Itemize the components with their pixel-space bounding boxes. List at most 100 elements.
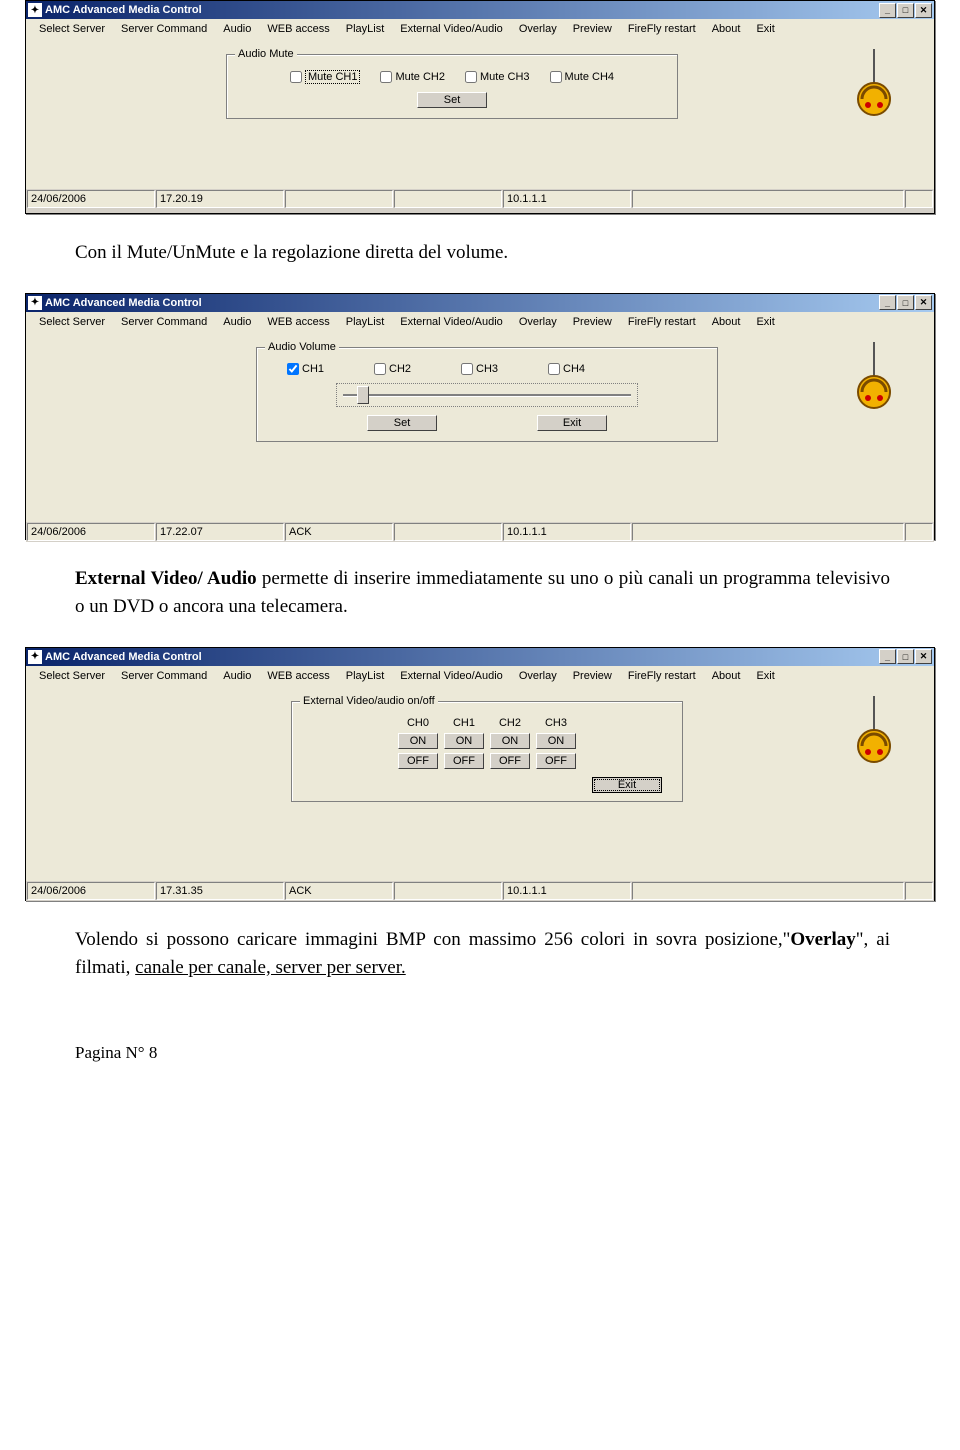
mute-ch2-checkbox[interactable]: Mute CH2 xyxy=(380,71,445,83)
title-bar: ✦ AMC Advanced Media Control _ □ ✕ xyxy=(26,294,934,312)
mute-ch4-checkbox[interactable]: Mute CH4 xyxy=(550,71,615,83)
ch2-checkbox[interactable]: CH2 xyxy=(374,363,411,375)
menu-item[interactable]: Overlay xyxy=(511,668,565,684)
ch1-on-button[interactable]: ON xyxy=(444,733,484,749)
status-ack: ACK xyxy=(285,523,393,541)
volume-slider[interactable] xyxy=(336,383,638,407)
menu-item[interactable]: Select Server xyxy=(31,668,113,684)
status-bar: 24/06/2006 17.22.07 ACK 10.1.1.1 xyxy=(26,522,934,542)
minimize-button[interactable]: _ xyxy=(879,649,896,664)
menu-item[interactable]: Exit xyxy=(748,668,782,684)
menu-item[interactable]: WEB access xyxy=(259,21,337,37)
client-area: Audio Volume CH1 CH2 CH3 CH4 Set Exit xyxy=(26,332,934,522)
menu-item[interactable]: PlayList xyxy=(338,668,393,684)
minimize-button[interactable]: _ xyxy=(879,295,896,310)
maximize-button[interactable]: □ xyxy=(897,649,914,664)
menu-item[interactable]: External Video/Audio xyxy=(392,314,511,330)
status-time: 17.20.19 xyxy=(156,190,284,208)
menu-item[interactable]: Audio xyxy=(215,21,259,37)
ch0-on-button[interactable]: ON xyxy=(398,733,438,749)
menu-bar: Select Server Server Command Audio WEB a… xyxy=(26,312,934,332)
menu-item[interactable]: Preview xyxy=(565,21,620,37)
title-bar: ✦ AMC Advanced Media Control _ □ ✕ xyxy=(26,1,934,19)
menu-item[interactable]: Audio xyxy=(215,314,259,330)
external-video-group: External Video/audio on/off CH0 CH1 CH2 … xyxy=(291,701,683,802)
maximize-button[interactable]: □ xyxy=(897,3,914,18)
menu-item[interactable]: Audio xyxy=(215,668,259,684)
app-logo-icon xyxy=(844,696,904,766)
menu-item[interactable]: Preview xyxy=(565,668,620,684)
paragraph-1: Con il Mute/UnMute e la regolazione dire… xyxy=(75,239,890,268)
page-footer: Pagina N° 8 xyxy=(75,1043,960,1063)
close-button[interactable]: ✕ xyxy=(915,649,932,664)
menu-item[interactable]: Select Server xyxy=(31,21,113,37)
minimize-button[interactable]: _ xyxy=(879,3,896,18)
col-header: CH1 xyxy=(444,717,484,729)
title-bar: ✦ AMC Advanced Media Control _ □ ✕ xyxy=(26,648,934,666)
paragraph-3: Volendo si possono caricare immagini BMP… xyxy=(75,926,890,983)
menu-item[interactable]: Select Server xyxy=(31,314,113,330)
menu-item[interactable]: External Video/Audio xyxy=(392,668,511,684)
status-bar: 24/06/2006 17.20.19 10.1.1.1 xyxy=(26,189,934,209)
menu-item[interactable]: Exit xyxy=(748,21,782,37)
menu-item[interactable]: FireFly restart xyxy=(620,314,704,330)
menu-item[interactable]: About xyxy=(704,668,749,684)
menu-bar: Select Server Server Command Audio WEB a… xyxy=(26,19,934,39)
col-header: CH3 xyxy=(536,717,576,729)
close-button[interactable]: ✕ xyxy=(915,295,932,310)
client-area: Audio Mute Mute CH1 Mute CH2 Mute CH3 Mu… xyxy=(26,39,934,189)
menu-item[interactable]: PlayList xyxy=(338,21,393,37)
ch1-checkbox[interactable]: CH1 xyxy=(287,363,324,375)
menu-item[interactable]: Server Command xyxy=(113,21,215,37)
status-grip xyxy=(905,523,933,541)
ch2-on-button[interactable]: ON xyxy=(490,733,530,749)
menu-item[interactable]: WEB access xyxy=(259,668,337,684)
status-grip xyxy=(905,190,933,208)
exit-button[interactable]: Exit xyxy=(592,777,662,793)
amc-window-volume: ✦ AMC Advanced Media Control _ □ ✕ Selec… xyxy=(25,293,935,540)
audio-mute-group: Audio Mute Mute CH1 Mute CH2 Mute CH3 Mu… xyxy=(226,54,678,119)
menu-item[interactable]: FireFly restart xyxy=(620,21,704,37)
set-button[interactable]: Set xyxy=(367,415,437,431)
status-f4 xyxy=(394,523,502,541)
group-legend: Audio Volume xyxy=(265,341,339,353)
ch3-checkbox[interactable]: CH3 xyxy=(461,363,498,375)
ch1-off-button[interactable]: OFF xyxy=(444,753,484,769)
menu-item[interactable]: Preview xyxy=(565,314,620,330)
menu-item[interactable]: Server Command xyxy=(113,314,215,330)
amc-window-mute: ✦ AMC Advanced Media Control _ □ ✕ Selec… xyxy=(25,0,935,214)
ch4-checkbox[interactable]: CH4 xyxy=(548,363,585,375)
ch3-off-button[interactable]: OFF xyxy=(536,753,576,769)
app-icon: ✦ xyxy=(28,296,42,310)
slider-thumb[interactable] xyxy=(357,386,369,404)
window-title: AMC Advanced Media Control xyxy=(45,651,878,663)
menu-item[interactable]: Exit xyxy=(748,314,782,330)
ch3-on-button[interactable]: ON xyxy=(536,733,576,749)
menu-item[interactable]: FireFly restart xyxy=(620,668,704,684)
menu-item[interactable]: PlayList xyxy=(338,314,393,330)
ch0-off-button[interactable]: OFF xyxy=(398,753,438,769)
amc-window-external: ✦ AMC Advanced Media Control _ □ ✕ Selec… xyxy=(25,647,935,901)
set-button[interactable]: Set xyxy=(417,92,487,108)
menu-item[interactable]: About xyxy=(704,314,749,330)
status-grip xyxy=(905,882,933,900)
mute-ch1-checkbox[interactable]: Mute CH1 xyxy=(290,70,361,84)
menu-item[interactable]: Server Command xyxy=(113,668,215,684)
menu-item[interactable]: WEB access xyxy=(259,314,337,330)
ch2-off-button[interactable]: OFF xyxy=(490,753,530,769)
status-ip: 10.1.1.1 xyxy=(503,190,631,208)
window-title: AMC Advanced Media Control xyxy=(45,4,878,16)
col-header: CH2 xyxy=(490,717,530,729)
menu-item[interactable]: About xyxy=(704,21,749,37)
group-legend: External Video/audio on/off xyxy=(300,695,438,707)
exit-button[interactable]: Exit xyxy=(537,415,607,431)
close-button[interactable]: ✕ xyxy=(915,3,932,18)
maximize-button[interactable]: □ xyxy=(897,295,914,310)
menu-item[interactable]: External Video/Audio xyxy=(392,21,511,37)
status-date: 24/06/2006 xyxy=(27,190,155,208)
window-title: AMC Advanced Media Control xyxy=(45,297,878,309)
menu-item[interactable]: Overlay xyxy=(511,21,565,37)
mute-ch3-checkbox[interactable]: Mute CH3 xyxy=(465,71,530,83)
status-f6 xyxy=(632,523,904,541)
menu-item[interactable]: Overlay xyxy=(511,314,565,330)
